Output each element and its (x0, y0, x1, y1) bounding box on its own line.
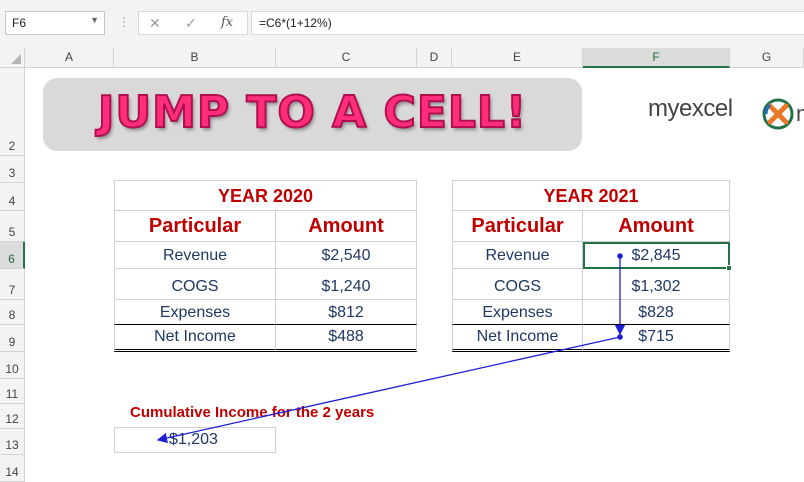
table-2020-row-label[interactable]: Expenses (114, 300, 276, 325)
row-header-7[interactable]: 7 (0, 269, 25, 300)
select-all-icon (11, 54, 21, 64)
table-2021-net-income-value[interactable]: $715 (583, 324, 730, 352)
table-2020-net-income-value[interactable]: $488 (276, 324, 417, 352)
row-header-8[interactable]: 8 (0, 300, 25, 325)
column-header-a[interactable]: A (25, 48, 114, 68)
name-box-value: F6 (12, 16, 27, 30)
cumulative-value: $1,203 (169, 431, 218, 448)
svg-text:m: m (796, 101, 804, 126)
name-box[interactable]: F6 ▼ (5, 11, 105, 35)
table-2021-header-amount: Amount (583, 211, 730, 242)
formula-text: =C6*(1+12%) (259, 16, 332, 30)
table-2020-row-value[interactable]: $1,240 (276, 269, 417, 300)
select-all-button[interactable] (0, 48, 25, 68)
row-header-5[interactable]: 5 (0, 211, 25, 242)
row-header-10[interactable]: 10 (0, 352, 25, 379)
trace-arrow-f9-b13 (156, 336, 621, 444)
table-2020-header-particular: Particular (114, 211, 276, 242)
column-header-g[interactable]: G (730, 48, 804, 68)
table-2021-row-label[interactable]: Revenue (452, 242, 583, 269)
active-cell-selection[interactable] (583, 242, 732, 271)
table-2020-header-amount: Amount (276, 211, 417, 242)
table-2021-net-income-label[interactable]: Net Income (452, 324, 583, 352)
fill-handle[interactable] (726, 265, 732, 271)
formula-bar: F6 ▼ ⋮ ✕ ✓ fx =C6*(1+12%) (0, 0, 804, 48)
cumulative-value-cell[interactable]: $1,203 (114, 427, 276, 453)
table-2020-title: YEAR 2020 (114, 180, 417, 211)
row-header-6[interactable]: 6 (0, 242, 25, 269)
function-icon[interactable]: fx (221, 15, 233, 30)
table-2021-row-value[interactable]: $1,302 (583, 269, 730, 300)
check-icon[interactable]: ✓ (185, 15, 197, 32)
table-2020-row-value[interactable]: $2,540 (276, 242, 417, 269)
row-header-12[interactable]: 12 (0, 404, 25, 429)
close-icon[interactable]: ✕ (149, 15, 161, 32)
logo-text: myexcel (648, 95, 733, 122)
column-header-b[interactable]: B (114, 48, 276, 68)
column-header-e[interactable]: E (452, 48, 583, 68)
table-2020-net-income-label[interactable]: Net Income (114, 324, 276, 352)
cumulative-label: Cumulative Income for the 2 years (130, 404, 375, 421)
row-header-4[interactable]: 4 (0, 183, 25, 211)
row-header-11[interactable]: 11 (0, 379, 25, 404)
column-header-d[interactable]: D (417, 48, 452, 68)
chevron-down-icon[interactable]: ▼ (90, 15, 99, 25)
banner-title: JUMP TO A CELL! (97, 86, 528, 139)
table-2021-row-value[interactable]: $828 (583, 300, 730, 325)
table-2021-header-particular: Particular (452, 211, 583, 242)
table-2020-row-value[interactable]: $812 (276, 300, 417, 325)
column-header-f[interactable]: F (583, 48, 730, 68)
row-header-13[interactable]: 13 (0, 429, 25, 455)
title-banner: JUMP TO A CELL! (43, 78, 582, 151)
table-2020-row-label[interactable]: Revenue (114, 242, 276, 269)
row-header-9[interactable]: 9 (0, 325, 25, 352)
table-2021-row-label[interactable]: COGS (452, 269, 583, 300)
column-header-c[interactable]: C (276, 48, 417, 68)
table-2021-title: YEAR 2021 (452, 180, 730, 211)
row-header-3[interactable]: 3 (0, 156, 25, 183)
row-header-2[interactable]: 2 (0, 136, 25, 156)
more-options-icon[interactable]: ⋮ (118, 15, 130, 29)
formula-buttons: ✕ ✓ fx (138, 11, 248, 35)
formula-input[interactable]: =C6*(1+12%) (251, 11, 804, 35)
table-2021-row-label[interactable]: Expenses (452, 300, 583, 325)
table-2020-row-label[interactable]: COGS (114, 269, 276, 300)
logo-icon: m (760, 95, 804, 135)
row-header-14[interactable]: 14 (0, 455, 25, 482)
